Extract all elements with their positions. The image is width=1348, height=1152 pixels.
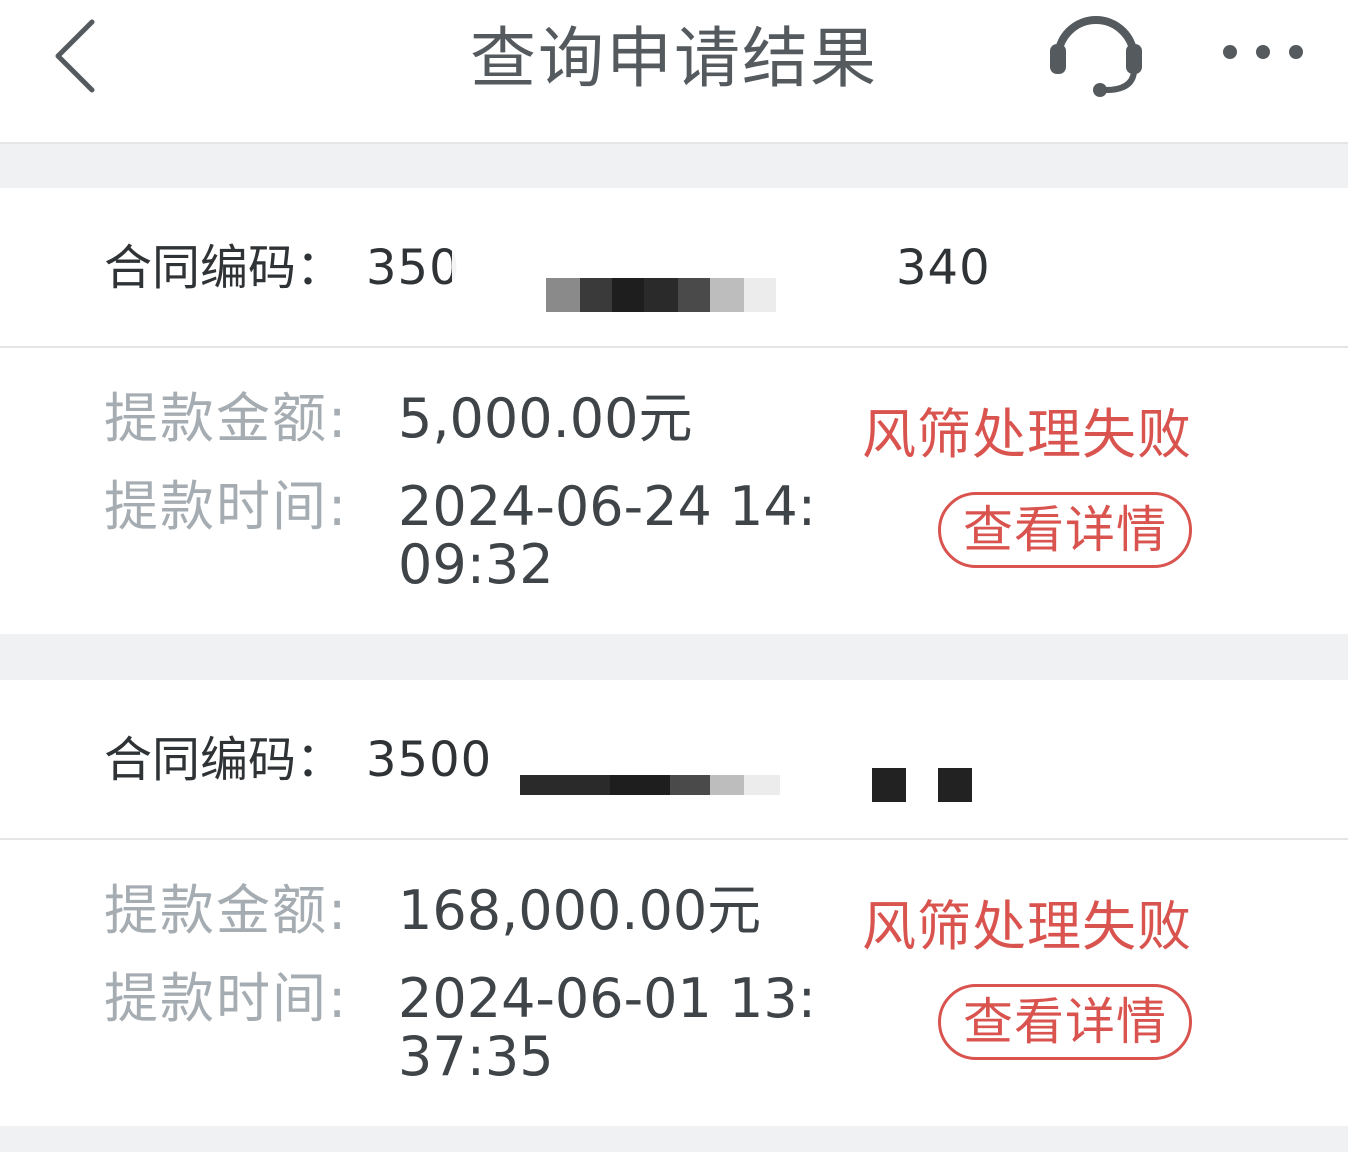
status-text: 风筛处理失败 [862, 403, 1192, 466]
bottom-separator [0, 1126, 1348, 1152]
application-card: 合同编码： 3500 提款金额: 168,000.00元 提款时间: 2024-… [0, 680, 1348, 1126]
customer-service-button[interactable] [1046, 6, 1146, 102]
amount-label: 提款金额: [104, 387, 349, 450]
view-details-button[interactable]: 查看详情 [938, 984, 1192, 1060]
redaction-mosaic [546, 278, 776, 312]
time-label: 提款时间: [104, 475, 349, 538]
redaction-mosaic [872, 768, 972, 802]
contract-row: 合同编码： 3500 [0, 680, 1348, 840]
contract-number-suffix: 340 [896, 240, 991, 296]
contract-number-prefix: 350 [366, 240, 461, 296]
time-label: 提款时间: [104, 967, 349, 1030]
redaction-mosaic [520, 775, 780, 795]
contract-number-prefix: 3500 [366, 732, 493, 788]
contract-label: 合同编码： [104, 240, 345, 296]
more-button[interactable] [1218, 30, 1308, 74]
status-text: 风筛处理失败 [862, 895, 1192, 958]
contract-row: 合同编码： 350 340 [0, 188, 1348, 348]
amount-label: 提款金额: [104, 879, 349, 942]
contract-label: 合同编码： [104, 732, 345, 788]
app-header: 查询申请结果 [0, 0, 1348, 144]
more-dots-icon [1223, 45, 1303, 59]
amount-value: 5,000.00元 [398, 387, 693, 450]
time-value: 2024-06-01 13:37:35 [398, 967, 816, 1088]
view-details-button[interactable]: 查看详情 [938, 492, 1192, 568]
time-value: 2024-06-24 14:09:32 [398, 475, 816, 596]
amount-value: 168,000.00元 [398, 879, 762, 942]
application-card: 合同编码： 350 340 提款金额: 5,000.00元 提款时间: 2024… [0, 188, 1348, 634]
headset-icon [1050, 16, 1142, 97]
